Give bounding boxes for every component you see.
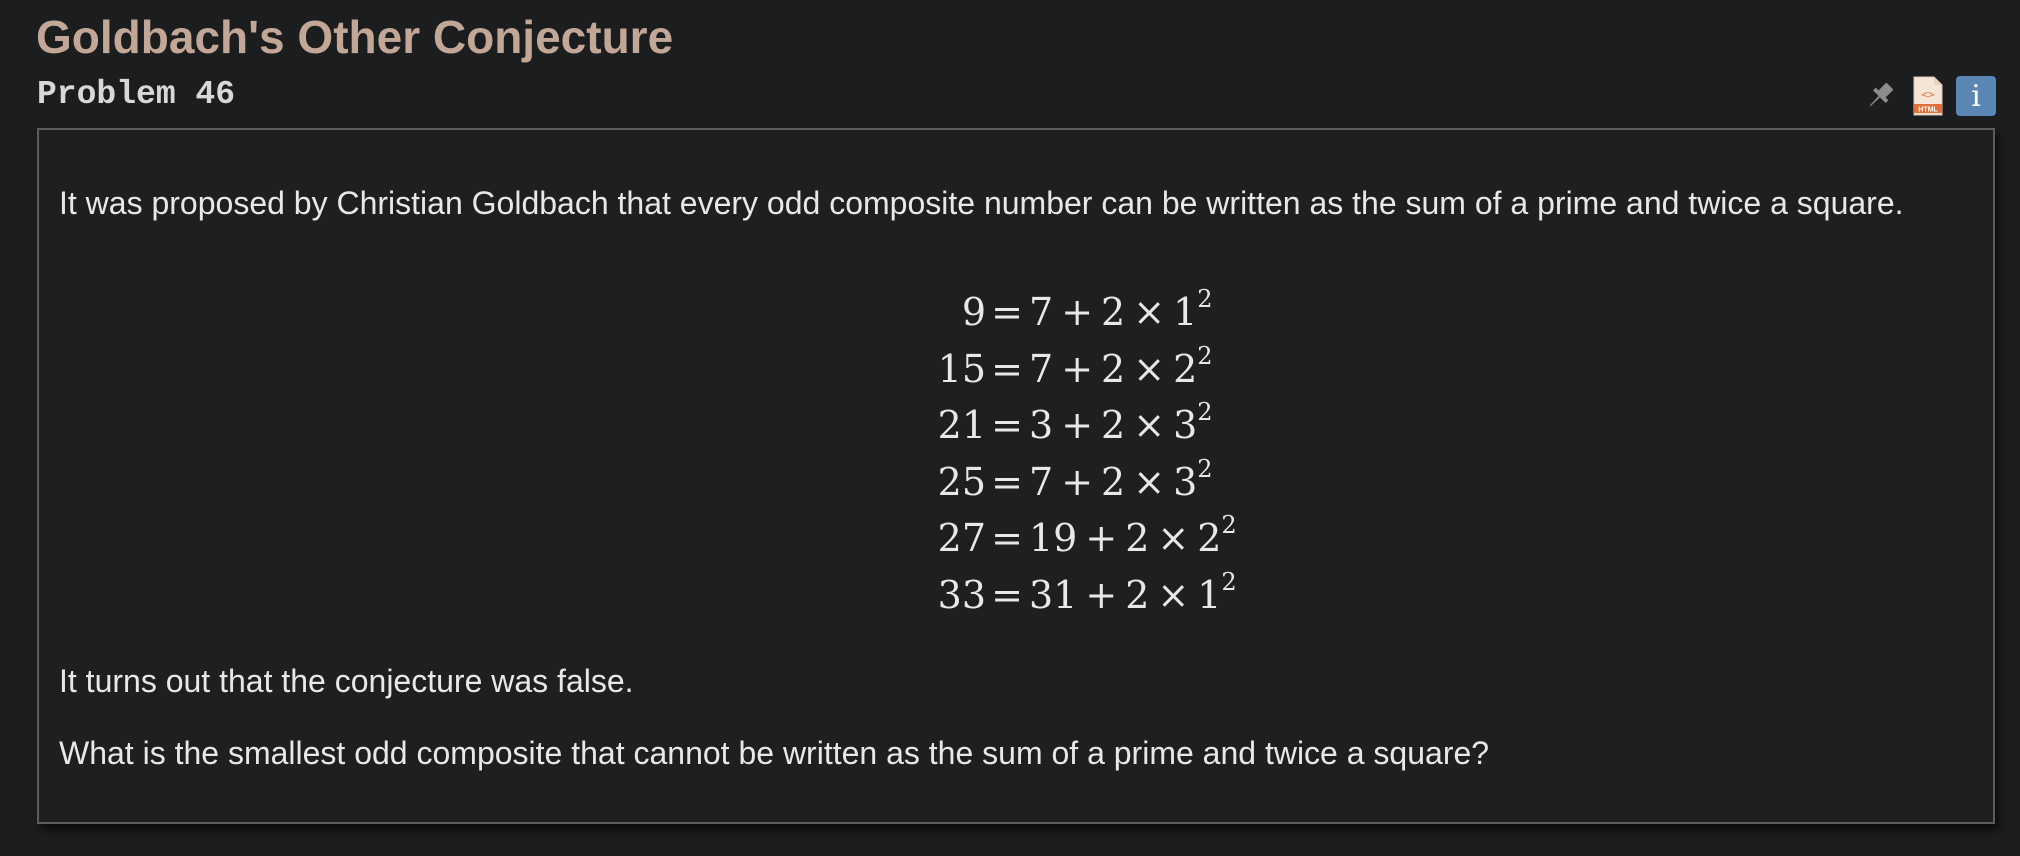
equation-row: 9 = 7 +2 × 12 xyxy=(39,287,1993,346)
equation-rhs: 7 +2 × 12 xyxy=(1029,287,1213,334)
equation-lhs: 15 xyxy=(937,346,986,391)
equation-rhs: 7 +2 × 32 xyxy=(1029,457,1213,504)
square-base: 3 xyxy=(1173,403,1198,447)
exponent: 2 xyxy=(1197,341,1213,370)
equation-row: 25 = 7 +2 × 32 xyxy=(39,457,1993,516)
equation-lhs: 9 xyxy=(961,290,986,334)
prime-term: 7 xyxy=(1029,346,1054,391)
coefficient: 2 xyxy=(1125,516,1150,560)
info-icon[interactable]: i xyxy=(1956,76,1996,116)
plus-sign: + xyxy=(1061,290,1094,334)
equation-lhs: 33 xyxy=(937,572,986,617)
equation-lhs: 27 xyxy=(937,516,986,560)
equals-sign: = xyxy=(991,572,1023,617)
pin-icon[interactable] xyxy=(1860,76,1900,116)
equation-row: 15 = 7 +2 × 22 xyxy=(39,344,1993,403)
equation-lhs: 21 xyxy=(937,403,986,447)
prime-term: 31 xyxy=(1029,572,1078,617)
equals-sign: = xyxy=(991,459,1023,504)
plus-sign: + xyxy=(1061,346,1094,391)
problem-number: Problem 46 xyxy=(37,76,236,113)
exponent: 2 xyxy=(1221,567,1237,596)
prime-term: 7 xyxy=(1029,459,1054,504)
equation-row: 27 = 19 +2 × 22 xyxy=(39,513,1993,572)
page-title: Goldbach's Other Conjecture xyxy=(36,11,674,63)
problem-content: It was proposed by Christian Goldbach th… xyxy=(37,128,1995,824)
equation-lhs: 25 xyxy=(937,459,986,504)
square-base: 2 xyxy=(1173,346,1198,391)
equals-sign: = xyxy=(991,346,1023,391)
problem-conclusion: It turns out that the conjecture was fal… xyxy=(59,663,634,699)
coefficient: 2 xyxy=(1125,572,1150,617)
exponent: 2 xyxy=(1197,454,1213,483)
equation-rhs: 3 +2 × 32 xyxy=(1029,400,1213,447)
times-sign: × xyxy=(1133,459,1166,504)
svg-text:<>: <> xyxy=(1921,88,1935,101)
times-sign: × xyxy=(1133,403,1166,447)
times-sign: × xyxy=(1157,516,1190,560)
exponent: 2 xyxy=(1197,398,1213,426)
equation-rhs: 19 +2 × 22 xyxy=(1029,513,1237,560)
times-sign: × xyxy=(1133,290,1166,334)
exponent: 2 xyxy=(1197,285,1213,313)
equation-row: 33 = 31 +2 × 12 xyxy=(39,570,1993,629)
plus-sign: + xyxy=(1061,403,1094,447)
square-base: 1 xyxy=(1197,572,1222,617)
toolbar-icons: <> HTML i xyxy=(1860,76,1996,116)
plus-sign: + xyxy=(1085,516,1118,560)
square-base: 2 xyxy=(1197,516,1222,560)
square-base: 1 xyxy=(1173,290,1198,334)
coefficient: 2 xyxy=(1101,403,1126,447)
info-icon-label: i xyxy=(1971,78,1981,114)
svg-text:HTML: HTML xyxy=(1918,107,1938,114)
exponent: 2 xyxy=(1221,511,1237,539)
times-sign: × xyxy=(1157,572,1190,617)
equals-sign: = xyxy=(991,403,1023,447)
equation-row: 21 = 3 +2 × 32 xyxy=(39,400,1993,459)
coefficient: 2 xyxy=(1101,346,1126,391)
prime-term: 7 xyxy=(1029,290,1054,334)
html-file-icon[interactable]: <> HTML xyxy=(1908,76,1948,116)
square-base: 3 xyxy=(1173,459,1198,504)
prime-term: 19 xyxy=(1029,516,1078,560)
prime-term: 3 xyxy=(1029,403,1054,447)
equation-rhs: 31 +2 × 12 xyxy=(1029,570,1237,617)
times-sign: × xyxy=(1133,346,1166,391)
plus-sign: + xyxy=(1085,572,1118,617)
plus-sign: + xyxy=(1061,459,1094,504)
equals-sign: = xyxy=(991,290,1023,334)
equation-rhs: 7 +2 × 22 xyxy=(1029,344,1213,391)
problem-question: What is the smallest odd composite that … xyxy=(59,735,1490,771)
problem-intro: It was proposed by Christian Goldbach th… xyxy=(59,185,1904,221)
coefficient: 2 xyxy=(1101,459,1126,504)
equals-sign: = xyxy=(991,516,1023,560)
problem-page: Goldbach's Other Conjecture Problem 46 <… xyxy=(0,0,2020,856)
coefficient: 2 xyxy=(1101,290,1126,334)
